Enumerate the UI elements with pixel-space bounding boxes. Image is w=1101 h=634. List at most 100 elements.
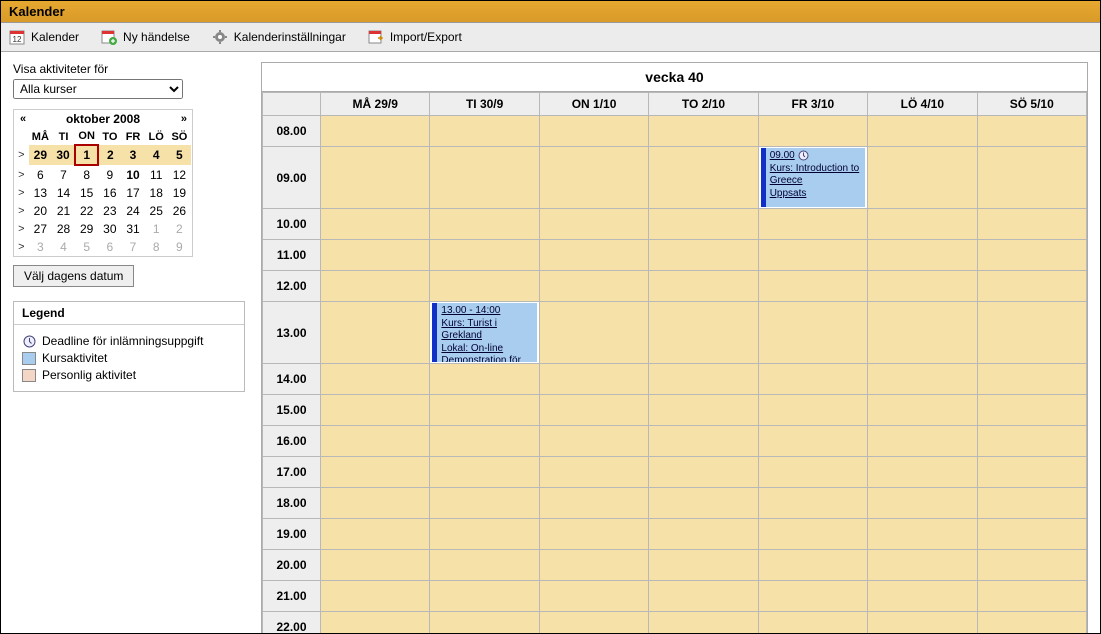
day-header[interactable]: LÖ 4/10 [868, 93, 977, 116]
calendar-cell[interactable] [758, 395, 867, 426]
mini-cal-day[interactable]: 23 [98, 202, 121, 220]
calendar-cell[interactable]: 09.00Kurs: Introduction to GreeceUppsats [758, 147, 867, 209]
mini-cal-day[interactable]: 19 [168, 184, 191, 202]
calendar-cell[interactable] [321, 240, 430, 271]
calendar-cell[interactable] [649, 426, 758, 457]
toolbar-calendar[interactable]: 12 Kalender [9, 29, 79, 45]
calendar-cell[interactable] [977, 519, 1086, 550]
mini-cal-day[interactable]: 10 [121, 165, 144, 184]
mini-cal-day[interactable]: 9 [168, 238, 191, 256]
mini-cal-day[interactable]: 7 [121, 238, 144, 256]
calendar-cell[interactable] [321, 519, 430, 550]
calendar-cell[interactable] [977, 488, 1086, 519]
calendar-cell[interactable] [430, 581, 539, 612]
calendar-cell[interactable] [977, 426, 1086, 457]
today-button[interactable]: Välj dagens datum [13, 265, 134, 287]
calendar-cell[interactable] [539, 519, 648, 550]
mini-cal-day[interactable]: 3 [121, 145, 144, 165]
mini-cal-day[interactable]: 4 [145, 145, 168, 165]
calendar-cell[interactable] [321, 147, 430, 209]
day-header[interactable]: TI 30/9 [430, 93, 539, 116]
calendar-cell[interactable] [321, 116, 430, 147]
calendar-cell[interactable] [430, 240, 539, 271]
calendar-cell[interactable] [539, 240, 648, 271]
calendar-cell[interactable] [539, 581, 648, 612]
toolbar-new-event[interactable]: Ny händelse [101, 29, 190, 45]
calendar-cell[interactable] [977, 240, 1086, 271]
calendar-cell[interactable] [868, 488, 977, 519]
goto-week[interactable]: > [14, 165, 29, 184]
calendar-cell[interactable] [430, 488, 539, 519]
calendar-cell[interactable] [868, 302, 977, 364]
calendar-cell[interactable] [649, 488, 758, 519]
calendar-cell[interactable] [539, 457, 648, 488]
calendar-cell[interactable] [430, 364, 539, 395]
calendar-cell[interactable] [868, 209, 977, 240]
calendar-cell[interactable] [868, 457, 977, 488]
calendar-cell[interactable] [868, 550, 977, 581]
calendar-cell[interactable] [321, 426, 430, 457]
mini-cal-day[interactable]: 31 [121, 220, 144, 238]
calendar-cell[interactable] [977, 581, 1086, 612]
calendar-cell[interactable] [430, 457, 539, 488]
mini-cal-day[interactable]: 18 [145, 184, 168, 202]
calendar-cell[interactable] [977, 612, 1086, 634]
calendar-cell[interactable] [758, 364, 867, 395]
calendar-cell[interactable] [539, 426, 648, 457]
calendar-cell[interactable] [430, 209, 539, 240]
calendar-cell[interactable] [321, 612, 430, 634]
mini-cal-day[interactable]: 27 [29, 220, 52, 238]
calendar-cell[interactable] [430, 116, 539, 147]
mini-cal-day[interactable]: 17 [121, 184, 144, 202]
calendar-cell[interactable] [321, 209, 430, 240]
goto-week[interactable]: > [14, 238, 29, 256]
calendar-cell[interactable] [868, 116, 977, 147]
calendar-cell[interactable] [649, 240, 758, 271]
goto-week[interactable]: > [14, 202, 29, 220]
calendar-cell[interactable] [649, 364, 758, 395]
calendar-cell[interactable] [868, 240, 977, 271]
calendar-cell[interactable] [539, 364, 648, 395]
mini-cal-day[interactable]: 1 [145, 220, 168, 238]
mini-cal-day[interactable]: 29 [29, 145, 52, 165]
calendar-cell[interactable] [758, 457, 867, 488]
day-header[interactable]: FR 3/10 [758, 93, 867, 116]
calendar-cell[interactable] [539, 116, 648, 147]
calendar-cell[interactable] [321, 457, 430, 488]
calendar-cell[interactable] [539, 550, 648, 581]
mini-cal-day[interactable]: 30 [52, 145, 75, 165]
calendar-cell[interactable] [758, 426, 867, 457]
calendar-cell[interactable] [868, 395, 977, 426]
toolbar-import-export[interactable]: Import/Export [368, 29, 462, 45]
mini-cal-day[interactable]: 5 [75, 238, 98, 256]
prev-month[interactable]: « [20, 113, 25, 125]
day-header[interactable]: ON 1/10 [539, 93, 648, 116]
mini-cal-day[interactable]: 26 [168, 202, 191, 220]
calendar-cell[interactable] [539, 488, 648, 519]
calendar-cell[interactable] [649, 271, 758, 302]
mini-cal-day[interactable]: 30 [98, 220, 121, 238]
calendar-cell[interactable] [868, 612, 977, 634]
mini-cal-day[interactable]: 2 [98, 145, 121, 165]
calendar-cell[interactable] [321, 488, 430, 519]
filter-select[interactable]: Alla kurser [13, 79, 183, 99]
mini-cal-day[interactable]: 1 [75, 145, 98, 165]
calendar-cell[interactable] [758, 209, 867, 240]
calendar-cell[interactable] [321, 302, 430, 364]
mini-cal-day[interactable]: 15 [75, 184, 98, 202]
calendar-cell[interactable] [649, 581, 758, 612]
calendar-cell[interactable] [977, 302, 1086, 364]
mini-cal-day[interactable]: 13 [29, 184, 52, 202]
calendar-cell[interactable] [977, 116, 1086, 147]
calendar-cell[interactable] [321, 271, 430, 302]
calendar-cell[interactable] [758, 271, 867, 302]
mini-cal-day[interactable]: 12 [168, 165, 191, 184]
mini-cal-day[interactable]: 29 [75, 220, 98, 238]
calendar-cell[interactable] [977, 550, 1086, 581]
calendar-cell[interactable] [539, 612, 648, 634]
calendar-cell[interactable] [977, 457, 1086, 488]
calendar-cell[interactable] [321, 581, 430, 612]
calendar-cell[interactable] [430, 612, 539, 634]
day-header[interactable]: SÖ 5/10 [977, 93, 1086, 116]
calendar-cell[interactable] [539, 147, 648, 209]
